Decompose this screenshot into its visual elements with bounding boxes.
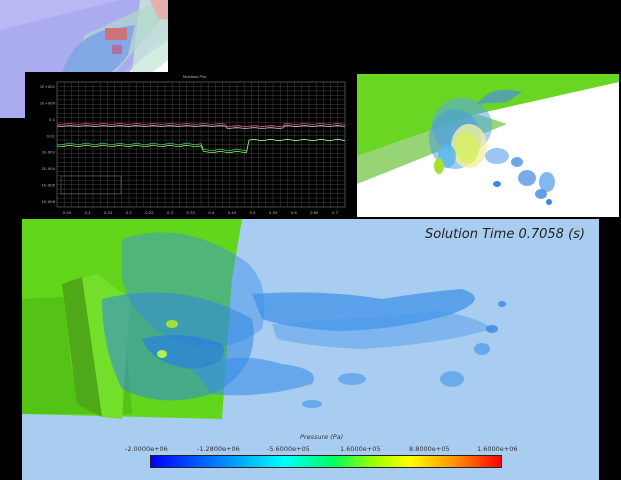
propeller-closeup-graphic [357, 74, 619, 205]
monitors-plot-panel[interactable]: Monitors Plot 0.05 0.1 0.15 0.2 0.25 0.3 0.35 0… [25, 72, 352, 218]
monitor-x-tick: 0.55 [269, 210, 278, 215]
monitor-x-tick: 0.1 [85, 210, 92, 215]
monitor-y-tick: 1E-006 [42, 199, 56, 204]
monitor-x-tick: 0.25 [145, 210, 154, 215]
monitor-y-tick: 1E-003 [42, 150, 56, 155]
propeller-closeup-viewport[interactable] [357, 74, 619, 217]
main-pressure-viewport[interactable]: Solution Time 0.7058 (s) Pressure (Pa) -… [22, 219, 599, 480]
monitor-x-tick: 0.05 [63, 210, 72, 215]
monitor-x-tick: 0.5 [250, 210, 257, 215]
monitor-x-tick: 0.15 [104, 210, 113, 215]
monitor-x-tick: 0.6 [291, 210, 298, 215]
monitor-y-tick: 1E+000 [40, 100, 56, 105]
monitor-x-tick: 0.35 [186, 210, 195, 215]
solution-time-label: Solution Time 0.7058 (s) [425, 227, 585, 242]
monitor-y-tick: 0.01 [47, 133, 56, 138]
monitor-y-tick: 1E-005 [42, 183, 56, 188]
colorbar-label: -2.0000e+06 [125, 445, 168, 453]
monitors-plot-chart: 0.05 0.1 0.15 0.2 0.25 0.3 0.35 0.4 0.45 0.5 0.55 0… [40, 81, 346, 215]
monitor-y-tick: 1E-004 [42, 166, 56, 171]
colorbar-label: -5.6000e+05 [267, 445, 310, 453]
monitor-x-tick: 0.7 [332, 210, 339, 215]
monitor-x-tick: 0.65 [310, 210, 319, 215]
colorbar-title: Pressure (Pa) [300, 433, 344, 441]
monitor-x-tick: 0.3 [167, 210, 174, 215]
colorbar-label: 1.6000e+06 [477, 445, 518, 453]
monitor-x-tick: 0.2 [126, 210, 133, 215]
pressure-colorbar [150, 455, 502, 468]
colorbar-label: 1.6000e+05 [340, 445, 381, 453]
monitor-x-tick: 0.45 [228, 210, 237, 215]
monitor-y-tick: 0.1 [49, 117, 56, 122]
colorbar-label: -1.2800e+06 [197, 445, 240, 453]
monitor-y-tick: 1E+001 [40, 84, 56, 89]
monitor-x-tick: 0.4 [208, 210, 215, 215]
colorbar-label: 8.8000e+05 [409, 445, 450, 453]
